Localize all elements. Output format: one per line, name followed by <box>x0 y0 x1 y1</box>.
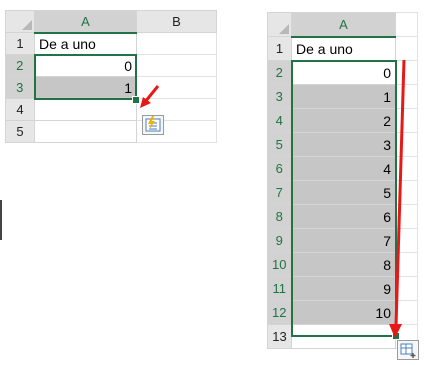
arrow-overlay <box>140 59 406 338</box>
red-arrow <box>140 85 160 108</box>
red-arrow <box>389 59 406 338</box>
